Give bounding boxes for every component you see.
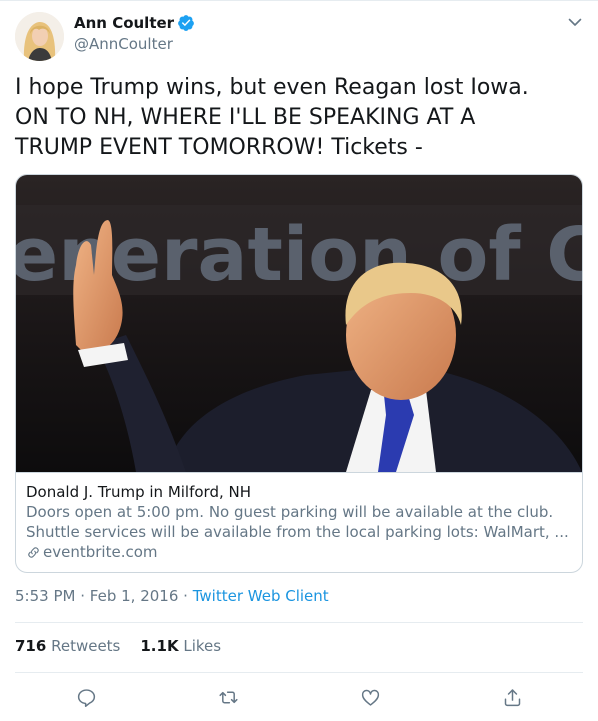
meta-separator: ·	[80, 587, 86, 605]
divider	[15, 622, 583, 623]
tweet-stats: 716 Retweets 1.1K Likes	[15, 636, 241, 656]
tweet-time[interactable]: 5:53 PM	[15, 587, 75, 605]
display-name[interactable]: Ann Coulter	[74, 14, 174, 32]
top-divider	[0, 0, 598, 1]
tweet-date[interactable]: Feb 1, 2016	[90, 587, 179, 605]
card-domain-text: eventbrite.com	[43, 543, 158, 561]
card-title: Donald J. Trump in Milford, NH	[26, 483, 252, 501]
reply-icon	[77, 688, 95, 707]
divider	[15, 672, 583, 673]
share-button[interactable]	[499, 684, 525, 710]
tweet-header: Ann Coulter @AnnCoulter	[15, 12, 585, 62]
likes-stat[interactable]: 1.1K Likes	[140, 636, 221, 656]
link-card[interactable]: eneration of Conse Donald J. Trump in Mi…	[15, 174, 583, 573]
card-body[interactable]: Donald J. Trump in Milford, NH Doors ope…	[16, 472, 582, 572]
card-image[interactable]: eneration of Conse	[16, 175, 582, 472]
chevron-down-icon[interactable]	[567, 14, 583, 30]
meta-separator: ·	[183, 587, 188, 605]
retweets-label: Retweets	[51, 637, 121, 655]
tweet-client-link[interactable]: Twitter Web Client	[193, 587, 329, 605]
likes-count: 1.1K	[140, 637, 179, 655]
share-icon	[504, 688, 520, 706]
avatar[interactable]	[15, 12, 64, 61]
like-button[interactable]	[357, 684, 383, 710]
card-description-line1: Doors open at 5:00 pm. No guest parking …	[26, 503, 554, 521]
retweet-icon	[218, 691, 238, 703]
retweets-count: 716	[15, 637, 47, 655]
retweet-button[interactable]	[215, 684, 241, 710]
handle[interactable]: @AnnCoulter	[74, 35, 195, 53]
author-block: Ann Coulter @AnnCoulter	[74, 13, 195, 53]
tweet-meta: 5:53 PM · Feb 1, 2016 · Twitter Web Clie…	[15, 586, 329, 606]
heart-icon	[361, 689, 379, 706]
link-icon	[28, 546, 39, 558]
card-domain: eventbrite.com	[26, 542, 572, 562]
reply-button[interactable]	[73, 684, 99, 710]
verified-badge-icon	[178, 15, 194, 31]
retweets-stat[interactable]: 716 Retweets	[15, 636, 120, 656]
card-description-line2: Shuttle services will be available from …	[26, 523, 569, 541]
action-bar	[0, 684, 598, 710]
tweet-text: I hope Trump wins, but even Reagan lost …	[15, 75, 529, 160]
likes-label: Likes	[183, 637, 222, 655]
